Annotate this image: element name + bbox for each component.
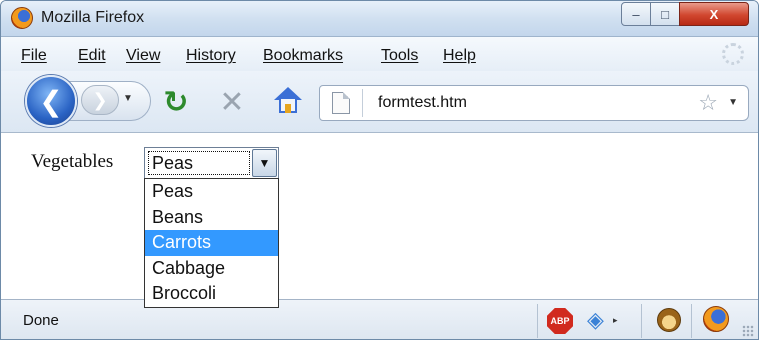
menu-bar: File Edit View History Bookmarks Tools H…	[1, 37, 758, 71]
menu-file[interactable]: File	[21, 47, 47, 65]
firefox-status-icon[interactable]	[703, 306, 729, 332]
page-content: Vegetables Peas ▼ Peas Beans Carrots Cab…	[1, 134, 758, 308]
status-text: Done	[23, 312, 59, 329]
page-icon	[332, 92, 350, 114]
menu-help[interactable]: Help	[443, 47, 476, 65]
resize-grip-icon[interactable]	[742, 325, 754, 337]
select-current-value[interactable]: Peas	[148, 151, 250, 175]
greasemonkey-icon[interactable]	[657, 308, 681, 332]
history-dropdown-icon[interactable]: ▼	[123, 93, 133, 104]
vegetables-select[interactable]: Peas ▼	[144, 147, 279, 179]
select-dropdown-list: Peas Beans Carrots Cabbage Broccoli	[144, 178, 279, 308]
sync-dropdown-icon[interactable]: ▸	[613, 315, 618, 326]
firefox-icon	[11, 7, 33, 29]
browser-window: Mozilla Firefox – □ X File Edit View His…	[0, 0, 759, 340]
url-dropdown-icon[interactable]: ▼	[728, 97, 738, 108]
back-arrow-icon[interactable]: ❮	[25, 75, 77, 127]
option-carrots[interactable]: Carrots	[145, 230, 278, 256]
navigation-toolbar: ❮ ❯ ▼ ↻ ✕ formtest.htm ☆ ▼	[1, 71, 758, 133]
window-title: Mozilla Firefox	[41, 9, 145, 26]
forward-arrow-icon[interactable]: ❯	[81, 85, 119, 115]
option-broccoli[interactable]: Broccoli	[145, 281, 278, 307]
option-peas[interactable]: Peas	[145, 179, 278, 205]
stop-icon[interactable]: ✕	[215, 85, 249, 119]
menu-history[interactable]: History	[186, 47, 236, 65]
close-button[interactable]: X	[679, 2, 749, 26]
menu-view[interactable]: View	[126, 47, 160, 65]
url-text[interactable]: formtest.htm	[378, 94, 467, 112]
menu-tools[interactable]: Tools	[381, 47, 418, 65]
bookmark-star-icon[interactable]: ☆	[698, 90, 718, 116]
status-separator	[691, 304, 692, 338]
menu-edit[interactable]: Edit	[78, 47, 106, 65]
throbber-icon	[722, 43, 744, 65]
status-separator	[641, 304, 642, 338]
option-beans[interactable]: Beans	[145, 205, 278, 231]
url-bar[interactable]: formtest.htm ☆ ▼	[319, 85, 749, 121]
minimize-button[interactable]: –	[621, 2, 651, 26]
vegetables-label: Vegetables	[31, 151, 114, 172]
title-bar: Mozilla Firefox – □ X	[1, 1, 758, 37]
adblock-icon[interactable]: ABP	[547, 308, 573, 334]
status-bar: Done ABP ◈ ▸	[1, 299, 758, 339]
home-icon[interactable]	[273, 87, 303, 117]
reload-icon[interactable]: ↻	[159, 85, 193, 119]
menu-bookmarks[interactable]: Bookmarks	[263, 47, 343, 65]
chevron-down-icon[interactable]: ▼	[252, 149, 277, 177]
maximize-button[interactable]: □	[650, 2, 680, 26]
sync-icon[interactable]: ◈	[587, 308, 611, 332]
url-separator	[362, 89, 363, 117]
status-separator	[537, 304, 538, 338]
option-cabbage[interactable]: Cabbage	[145, 256, 278, 282]
